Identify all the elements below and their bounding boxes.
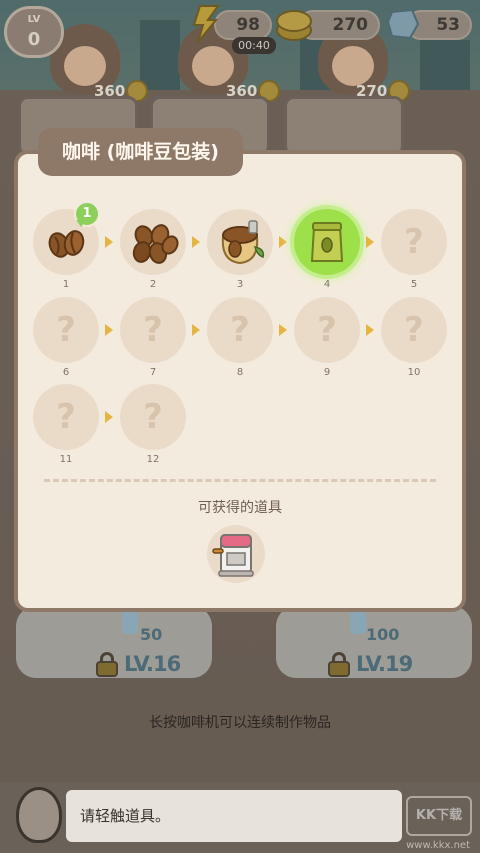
question-icon: ? xyxy=(143,310,163,350)
section-divider xyxy=(44,479,436,482)
question-icon: ? xyxy=(404,310,424,350)
ice-gem-icon xyxy=(386,8,420,40)
watermark-logo: KK下载 xyxy=(406,796,472,836)
coffee-bean-sack-icon xyxy=(221,220,265,265)
node-number: 10 xyxy=(407,367,421,378)
obtainable-item-slot[interactable] xyxy=(207,525,265,583)
chain-node-8-unknown[interactable]: ? xyxy=(207,297,273,363)
level-caption: LV xyxy=(27,14,41,25)
unlock-cost: 50 xyxy=(140,625,163,644)
ice-block-icon xyxy=(122,612,138,634)
order-slot[interactable] xyxy=(284,96,404,156)
locked-level-indicator: LV.19 xyxy=(328,652,413,677)
question-icon: ? xyxy=(230,310,250,350)
chain-node-6-unknown[interactable]: ? xyxy=(33,297,99,363)
chain-arrow-icon xyxy=(279,324,287,336)
question-icon: ? xyxy=(56,397,76,437)
energy-counter[interactable]: 98 xyxy=(214,10,272,40)
coffee-bag-icon xyxy=(310,222,344,262)
node-number: 1 xyxy=(62,279,70,290)
chain-arrow-icon xyxy=(105,236,113,248)
obtainable-items-label: 可获得的道具 xyxy=(198,500,282,516)
question-icon: ? xyxy=(317,310,337,350)
chain-node-5-unknown[interactable]: ? xyxy=(381,209,447,275)
coffee-beans-pile-icon xyxy=(132,224,179,264)
chain-arrow-icon xyxy=(105,324,113,336)
required-level: LV.19 xyxy=(356,652,413,676)
instruction-toast: 请轻触道具。 xyxy=(66,790,402,842)
node-number: 12 xyxy=(146,454,160,465)
building-silhouette xyxy=(140,20,180,90)
chain-node-10-unknown[interactable]: ? xyxy=(381,297,447,363)
unlock-cost: 100 xyxy=(366,625,400,644)
panel-title: 咖啡 (咖啡豆包装) xyxy=(38,128,243,176)
node-number: 7 xyxy=(149,367,157,378)
lock-icon xyxy=(328,652,350,677)
node-number: 5 xyxy=(410,279,418,290)
node-number: 3 xyxy=(236,279,244,290)
chain-node-11-unknown[interactable]: ? xyxy=(33,384,99,450)
node-number: 9 xyxy=(323,367,331,378)
coffee-machine-icon xyxy=(212,534,254,577)
chain-arrow-icon xyxy=(279,236,287,248)
gold-coins-icon xyxy=(276,10,312,41)
tap-hold-hint: 长按咖啡机可以连续制作物品 xyxy=(149,715,331,731)
chain-node-2[interactable] xyxy=(120,209,186,275)
player-level-heart[interactable]: LV 0 xyxy=(4,6,64,58)
energy-timer: 00:40 xyxy=(232,37,276,54)
node-number: 8 xyxy=(236,367,244,378)
node-number: 4 xyxy=(323,279,331,290)
building-silhouette xyxy=(420,40,470,90)
ice-block-icon xyxy=(350,612,366,634)
lock-icon xyxy=(96,652,118,677)
watermark-url: www.kkx.net xyxy=(406,840,470,851)
badge-tail xyxy=(76,220,86,227)
chain-arrow-icon xyxy=(105,411,113,423)
chain-arrow-icon xyxy=(192,236,200,248)
chain-node-7-unknown[interactable]: ? xyxy=(120,297,186,363)
node-number: 11 xyxy=(59,454,73,465)
locked-level-indicator: LV.16 xyxy=(96,652,181,677)
chain-arrow-icon xyxy=(366,236,374,248)
question-icon: ? xyxy=(56,310,76,350)
assistant-avatar[interactable] xyxy=(16,787,62,843)
chain-arrow-icon xyxy=(192,324,200,336)
chain-node-3[interactable] xyxy=(207,209,273,275)
lightning-energy-icon xyxy=(192,5,220,43)
chain-node-9-unknown[interactable]: ? xyxy=(294,297,360,363)
node-number: 2 xyxy=(149,279,157,290)
chain-arrow-icon xyxy=(366,324,374,336)
node-number: 6 xyxy=(62,367,70,378)
question-icon: ? xyxy=(143,397,163,437)
question-icon: ? xyxy=(404,222,424,262)
chain-node-12-unknown[interactable]: ? xyxy=(120,384,186,450)
chain-node-4-current[interactable] xyxy=(294,209,360,275)
required-level: LV.16 xyxy=(124,652,181,676)
level-value: 0 xyxy=(27,29,41,50)
